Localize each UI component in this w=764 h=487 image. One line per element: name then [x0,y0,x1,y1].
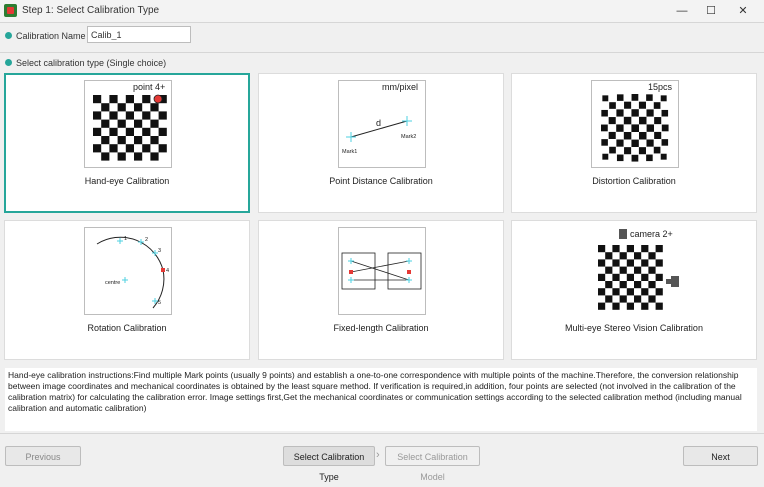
rotation-label: Rotation Calibration [87,323,167,333]
side-camera-icon [671,276,679,287]
point-distance-label: Point Distance Calibration [329,176,433,186]
hand-eye-illustration: point 4+ [93,82,167,161]
rotation-point-3: 3 [158,248,161,254]
distortion-illustration: 15pcs [601,82,673,162]
multi-eye-illustration: camera 2+ [598,229,679,310]
card-rotation-calibration[interactable]: 1 2 3 4 5 centre Rotation Calibration [4,220,250,360]
title-bar: Step 1: Select Calibration Type — ☐ ✕ [0,0,764,22]
multi-eye-label: Multi-eye Stereo Vision Calibration [565,323,703,333]
rotation-point-1: 1 [124,236,127,242]
calibration-description: Hand-eye calibration instructions:Find m… [5,368,757,431]
card-multi-eye-calibration[interactable]: camera 2+ Multi-eye Stereo Vision Calibr… [511,220,757,360]
left-box [341,252,376,290]
target-point-icon [153,94,163,104]
close-button[interactable]: ✕ [728,2,758,20]
mark2-label: Mark2 [401,134,416,140]
next-button[interactable]: Next [683,446,758,466]
card-hand-eye-calibration[interactable]: point 4+ Hand-eye Calibration [4,73,250,213]
rotation-centre-label: centre [105,280,120,286]
card-distortion-calibration[interactable]: 15pcs Distortion Calibration [511,73,757,213]
right-box [387,252,422,290]
distortion-badge: 15pcs [648,82,673,92]
point-distance-illustration: mm/pixel d Mark1 Mark2 [342,82,418,155]
card-fixed-length-calibration[interactable]: Fixed-length Calibration [258,220,504,360]
rotation-arc [96,236,165,309]
divider [0,22,764,23]
point-distance-image: mm/pixel d Mark1 Mark2 [338,80,426,168]
checkerboard-icon [93,95,167,161]
step-select-calibration-model[interactable]: Select Calibration Model [385,446,480,482]
hand-eye-label: Hand-eye Calibration [84,176,170,186]
card-point-distance-calibration[interactable]: mm/pixel d Mark1 Mark2 Point Distance Ca… [258,73,504,213]
rotation-red-point [161,268,165,272]
fixed-length-image [338,227,426,315]
fixed-length-illustration [341,252,422,290]
mark1-label: Mark1 [342,149,357,155]
bullet-icon [5,59,12,66]
rotation-point-5: 5 [158,300,161,306]
calibration-name-input[interactable] [87,26,191,43]
distortion-image: 15pcs [591,80,679,168]
step-chevron-icon: › [376,449,380,461]
rotation-point-4: 4 [166,268,169,274]
distorted-checkerboard-icon [601,94,669,162]
checkerboard-icon [598,245,663,310]
rotation-illustration: 1 2 3 4 5 centre [96,236,169,309]
distance-d-label: d [376,118,381,128]
step-select-calibration-type[interactable]: Select Calibration Type [283,446,375,482]
bullet-icon [5,32,12,39]
mark1-icon [346,132,356,142]
window-title: Step 1: Select Calibration Type [22,5,160,16]
multi-eye-image: camera 2+ [591,227,679,315]
divider [0,433,764,434]
previous-button[interactable]: Previous [5,446,81,466]
rotation-image: 1 2 3 4 5 centre [84,227,172,315]
rotation-point-2: 2 [145,237,148,243]
rotation-points [117,238,158,304]
section-label: Select calibration type (Single choice) [16,58,167,68]
multi-eye-badge: camera 2+ [630,229,673,239]
point-distance-badge: mm/pixel [382,82,418,92]
hand-eye-badge: point 4+ [133,82,165,92]
app-icon [4,4,17,17]
hand-eye-image: point 4+ [84,80,172,168]
maximize-button[interactable]: ☐ [696,2,726,20]
minimize-button[interactable]: — [667,2,697,20]
divider [0,52,764,53]
distortion-label: Distortion Calibration [592,176,676,186]
calibration-name-label: Calibration Name [16,31,86,41]
mark2-icon [402,116,412,126]
fixed-length-label: Fixed-length Calibration [333,323,429,333]
camera-icon [619,229,627,239]
